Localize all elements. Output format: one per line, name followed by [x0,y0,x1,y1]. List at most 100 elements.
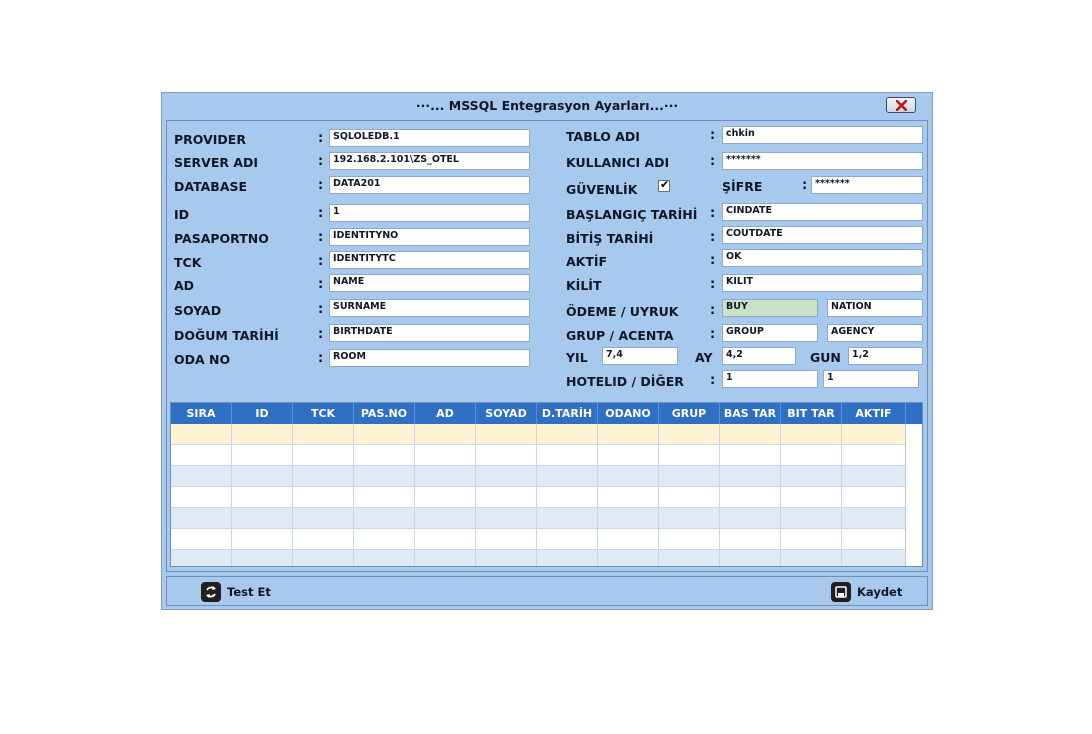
hotelid-input[interactable] [722,370,818,388]
table-cell[interactable] [415,424,476,445]
table-cell[interactable] [537,508,598,529]
table-row[interactable] [171,529,906,550]
table-cell[interactable] [415,487,476,508]
password-input[interactable] [811,176,923,194]
column-header[interactable]: BAS TAR [720,403,781,424]
name-input[interactable] [329,274,530,292]
table-cell[interactable] [232,445,293,466]
table-cell[interactable] [354,529,415,550]
table-cell[interactable] [171,529,232,550]
tck-input[interactable] [329,251,530,269]
table-cell[interactable] [415,466,476,487]
table-cell[interactable] [720,424,781,445]
table-cell[interactable] [781,424,842,445]
column-header[interactable]: AD [415,403,476,424]
table-cell[interactable] [171,424,232,445]
table-cell[interactable] [293,487,354,508]
table-cell[interactable] [232,529,293,550]
id-input[interactable] [329,204,530,222]
table-cell[interactable] [781,487,842,508]
column-header[interactable]: SOYAD [476,403,537,424]
save-button[interactable]: Kaydet [831,581,902,603]
table-name-input[interactable] [722,126,923,144]
close-button[interactable] [886,97,916,113]
column-header[interactable]: SIRA [171,403,232,424]
table-cell[interactable] [537,466,598,487]
table-cell[interactable] [354,445,415,466]
table-cell[interactable] [293,529,354,550]
table-cell[interactable] [537,424,598,445]
table-cell[interactable] [842,445,906,466]
table-cell[interactable] [476,466,537,487]
table-cell[interactable] [232,424,293,445]
agency-input[interactable] [827,324,923,342]
table-cell[interactable] [171,445,232,466]
vertical-scrollbar[interactable] [905,424,922,566]
table-cell[interactable] [659,529,720,550]
table-cell[interactable] [659,550,720,566]
table-cell[interactable] [659,445,720,466]
table-cell[interactable] [781,508,842,529]
table-cell[interactable] [537,529,598,550]
table-cell[interactable] [720,445,781,466]
surname-input[interactable] [329,299,530,317]
database-input[interactable] [329,176,530,194]
nationality-input[interactable] [827,299,923,317]
table-row[interactable] [171,550,906,566]
table-cell[interactable] [293,508,354,529]
table-cell[interactable] [476,424,537,445]
table-cell[interactable] [537,487,598,508]
other-input[interactable] [823,370,919,388]
table-cell[interactable] [720,466,781,487]
table-row[interactable] [171,445,906,466]
table-cell[interactable] [842,487,906,508]
table-cell[interactable] [720,508,781,529]
table-cell[interactable] [171,508,232,529]
group-input[interactable] [722,324,818,342]
end-date-input[interactable] [722,226,923,244]
table-cell[interactable] [415,508,476,529]
table-cell[interactable] [293,466,354,487]
column-header[interactable]: TCK [293,403,354,424]
table-cell[interactable] [354,508,415,529]
column-header[interactable]: PAS.NO [354,403,415,424]
column-header[interactable]: ID [232,403,293,424]
table-row[interactable] [171,424,906,445]
table-cell[interactable] [171,466,232,487]
table-cell[interactable] [293,445,354,466]
table-cell[interactable] [232,550,293,566]
table-cell[interactable] [781,529,842,550]
table-cell[interactable] [232,487,293,508]
table-cell[interactable] [598,445,659,466]
table-row[interactable] [171,466,906,487]
month-input[interactable] [722,347,796,365]
table-cell[interactable] [720,550,781,566]
start-date-input[interactable] [722,203,923,221]
test-button[interactable]: Test Et [201,581,271,603]
table-cell[interactable] [659,466,720,487]
passport-input[interactable] [329,228,530,246]
table-cell[interactable] [720,487,781,508]
table-row[interactable] [171,487,906,508]
room-input[interactable] [329,349,530,367]
table-cell[interactable] [293,424,354,445]
table-cell[interactable] [842,550,906,566]
column-header[interactable]: ODANO [598,403,659,424]
table-cell[interactable] [842,466,906,487]
table-cell[interactable] [171,487,232,508]
table-cell[interactable] [598,550,659,566]
table-cell[interactable] [598,424,659,445]
table-cell[interactable] [232,466,293,487]
table-cell[interactable] [476,487,537,508]
active-input[interactable] [722,249,923,267]
table-cell[interactable] [598,466,659,487]
column-header[interactable]: D.TARİH [537,403,598,424]
table-cell[interactable] [476,550,537,566]
table-cell[interactable] [537,445,598,466]
table-cell[interactable] [842,424,906,445]
table-cell[interactable] [659,508,720,529]
table-cell[interactable] [476,529,537,550]
payment-input[interactable] [722,299,818,317]
table-cell[interactable] [659,424,720,445]
data-grid[interactable]: SIRA ID TCK PAS.NO AD SOYAD D.TARİH ODAN… [170,402,923,567]
